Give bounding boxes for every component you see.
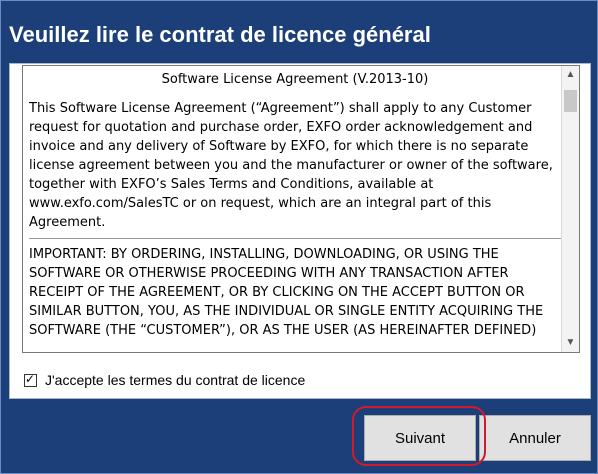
cancel-button[interactable]: Annuler (479, 415, 591, 461)
paragraph-divider (29, 238, 561, 239)
accept-checkbox[interactable] (24, 372, 37, 387)
license-dialog: Veuillez lire le contrat de licence géné… (0, 0, 598, 474)
license-content: Software License Agreement (V.2013-10) T… (29, 70, 561, 340)
license-scrollbar[interactable]: ▲ ▼ (561, 66, 579, 352)
dialog-frame: Veuillez lire le contrat de licence géné… (0, 0, 598, 474)
scroll-up-icon[interactable]: ▲ (562, 66, 579, 84)
license-heading: Software License Agreement (V.2013-10) (161, 72, 429, 87)
dialog-title: Veuillez lire le contrat de licence géné… (9, 22, 431, 47)
license-paragraph-2: IMPORTANT: BY ORDERING, INSTALLING, DOWN… (29, 247, 544, 338)
scroll-down-icon[interactable]: ▼ (562, 334, 579, 352)
accept-label[interactable]: J'accepte les termes du contrat de licen… (45, 372, 305, 388)
scroll-thumb[interactable] (564, 90, 577, 112)
accept-row[interactable]: J'accepte les termes du contrat de licen… (24, 371, 305, 389)
license-panel: Software License Agreement (V.2013-10) T… (9, 63, 591, 399)
license-paragraph-1: This Software License Agreement (“Agreem… (29, 101, 553, 230)
next-button[interactable]: Suivant (364, 415, 476, 461)
license-textbox[interactable]: Software License Agreement (V.2013-10) T… (22, 65, 580, 353)
